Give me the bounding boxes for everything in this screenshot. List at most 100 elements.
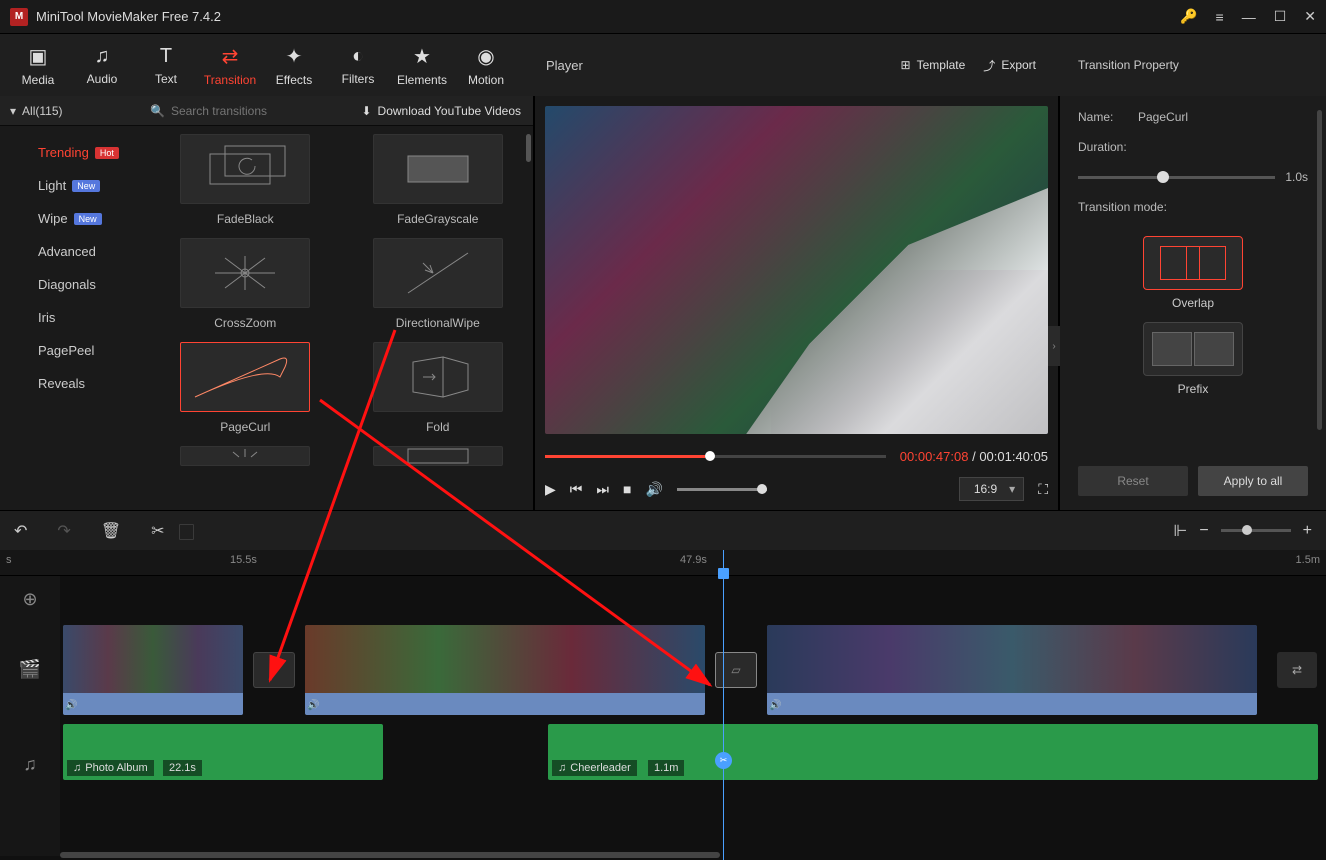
ruler-mark-3: 1.5m [1296,554,1320,566]
duration-slider[interactable] [1078,176,1275,179]
total-time: 00:01:40:05 [979,449,1048,464]
audio-clip-1-label: ♫ Photo Album [67,760,154,776]
volume-knob[interactable] [757,484,767,494]
redo-button[interactable]: ↷ [57,521,70,541]
fullscreen-button[interactable]: ⛶ [1038,481,1048,498]
collapse-button[interactable]: › [1048,326,1060,366]
transition-slot-2[interactable]: ▱ [715,652,757,688]
mode-prefix[interactable]: Prefix [1078,322,1308,396]
video-clip-2[interactable] [305,625,705,715]
player-header: Player ⊞Template ⤴Export [528,34,1054,96]
volume-slider[interactable] [677,488,767,491]
scrollbar[interactable] [526,134,531,162]
audio-track[interactable]: ♫ Photo Album 22.1s ♫ Cheerleader 1.1m [60,717,1326,787]
template-icon: ⊞ [901,58,911,72]
transitions-grid[interactable]: FadeBlack FadeGrayscale CrossZoom Direct… [150,126,533,510]
cat-wipe[interactable]: WipeNew [0,202,150,235]
aspect-select[interactable]: 16:9 [959,477,1024,501]
property-panel: › Name: PageCurl Duration: 1.0s Transiti… [1060,96,1326,510]
mode-overlap[interactable]: Overlap [1078,236,1308,310]
zoom-slider[interactable] [1221,529,1291,532]
playhead-cut-icon[interactable]: ✂ [715,752,732,769]
prop-duration-label-row: Duration: [1078,140,1308,154]
timeline[interactable]: s 15.5s 47.9s 1.5m ⊕ 🎬 ♫ ⬨ ▱ ⇄ ♫ Photo A… [0,550,1326,860]
cat-reveals[interactable]: Reveals [0,367,150,400]
volume-icon[interactable]: 🔊 [645,481,662,498]
video-clip-3[interactable] [767,625,1257,715]
track-labels: ⊕ 🎬 ♫ [0,576,60,856]
transitions-panel: ▾All(115) 🔍 ⬇Download YouTube Videos Tre… [0,96,535,510]
reset-button[interactable]: Reset [1078,466,1188,496]
tab-text[interactable]: TText [134,34,198,96]
stop-button[interactable]: ■ [623,481,631,497]
player-controls: ▶ ⏮ ⏭ ■ 🔊 16:9 ⛶ [535,468,1058,510]
cat-pagepeel[interactable]: PagePeel [0,334,150,367]
titlebar: M MiniTool MovieMaker Free 7.4.2 🔑 ≡ ― ☐… [0,0,1326,34]
progress-bar[interactable] [545,455,886,458]
cat-iris[interactable]: Iris [0,301,150,334]
left-body: TrendingHot LightNew WipeNew Advanced Di… [0,126,533,510]
cat-light[interactable]: LightNew [0,169,150,202]
delete-button[interactable]: 🗑 [101,521,121,541]
trans-crosszoom[interactable]: CrossZoom [166,238,325,330]
zoom-in-button[interactable]: + [1303,522,1312,540]
content-row: ▾All(115) 🔍 ⬇Download YouTube Videos Tre… [0,96,1326,510]
tab-media[interactable]: ▣Media [6,34,70,96]
cat-trending[interactable]: TrendingHot [0,136,150,169]
trans-fold[interactable]: Fold [359,342,518,434]
zoom-out-button[interactable]: − [1199,522,1208,540]
audio-clip-1[interactable]: ♫ Photo Album 22.1s [63,724,383,780]
video-track[interactable]: ⬨ ▱ ⇄ [60,622,1326,717]
swap-button[interactable]: ⇄ [1277,652,1317,688]
cat-advanced[interactable]: Advanced [0,235,150,268]
minimize-icon[interactable]: ― [1242,9,1256,25]
next-button[interactable]: ⏭ [596,481,609,498]
trans-fadegrayscale[interactable]: FadeGrayscale [359,134,518,226]
tab-effects[interactable]: ✦Effects [262,34,326,96]
export-button[interactable]: ⤴Export [983,57,1036,74]
playhead[interactable]: ✂ [723,550,724,860]
video-preview[interactable] [545,106,1048,434]
audio-clip-2[interactable]: ♫ Cheerleader 1.1m [548,724,1318,780]
template-button[interactable]: ⊞Template [901,57,966,74]
progress-knob[interactable] [705,451,715,461]
duration-knob[interactable] [1157,171,1169,183]
menu-icon[interactable]: ≡ [1216,9,1224,25]
fit-button[interactable]: ⊩ [1173,521,1187,541]
tab-motion[interactable]: ◉Motion [454,34,518,96]
ruler-mark-0: s [6,554,12,566]
cat-diagonals[interactable]: Diagonals [0,268,150,301]
timeline-scrollbar[interactable] [60,852,720,858]
prop-scrollbar[interactable] [1317,110,1322,430]
category-toggle[interactable]: ▾All(115) [0,104,150,118]
transition-slot-1[interactable]: ⬨ [253,652,295,688]
trans-more2[interactable] [359,446,518,466]
spacer-track[interactable] [60,576,1326,622]
trans-fadeblack[interactable]: FadeBlack [166,134,325,226]
apply-all-button[interactable]: Apply to all [1198,466,1308,496]
tab-transition[interactable]: ⇄Transition [198,34,262,96]
player-panel: 00:00:47:08 / 00:01:40:05 ▶ ⏮ ⏭ ■ 🔊 16:9… [535,96,1060,510]
close-icon[interactable]: ✕ [1304,8,1316,25]
tab-filters[interactable]: ◐Filters [326,34,390,96]
play-button[interactable]: ▶ [545,481,556,498]
video-clip-1[interactable] [63,625,243,715]
timeline-ruler[interactable]: s 15.5s 47.9s 1.5m [0,550,1326,576]
trans-more1[interactable] [166,446,325,466]
zoom-knob[interactable] [1242,525,1252,535]
search-icon: 🔍 [150,104,165,118]
maximize-icon[interactable]: ☐ [1274,8,1287,25]
trans-directionalwipe[interactable]: DirectionalWipe [359,238,518,330]
current-time: 00:00:47:08 [900,449,969,464]
prev-button[interactable]: ⏮ [570,481,583,498]
video-track-label: 🎬 [0,622,60,717]
tab-audio[interactable]: ♫Audio [70,34,134,96]
tab-elements[interactable]: ★Elements [390,34,454,96]
search-input[interactable] [171,104,326,118]
download-youtube-link[interactable]: ⬇Download YouTube Videos [349,104,533,118]
cut-button[interactable]: ✂ [151,521,164,541]
trans-pagecurl[interactable]: PageCurl [166,342,325,434]
key-icon[interactable]: 🔑 [1180,8,1197,25]
undo-button[interactable]: ↶ [14,521,27,541]
add-track-button[interactable]: ⊕ [0,576,60,622]
